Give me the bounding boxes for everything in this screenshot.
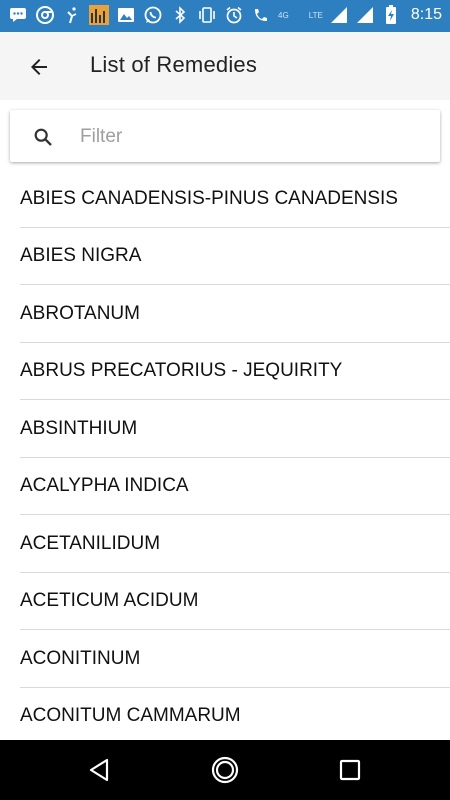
home-circle-icon xyxy=(211,756,239,784)
equalizer-app-icon xyxy=(89,5,109,25)
nav-back-button[interactable] xyxy=(85,755,115,785)
yogi-icon xyxy=(62,5,82,25)
list-item[interactable]: ACALYPHA INDICA xyxy=(0,458,450,516)
lte-label: LTE xyxy=(308,10,323,20)
list-item[interactable]: ABRUS PRECATORIUS - JEQUIRITY xyxy=(0,343,450,401)
search-bar[interactable] xyxy=(10,110,440,164)
wifi-calling-icon xyxy=(251,5,271,25)
notification-icons: 4G xyxy=(8,5,289,25)
whatsapp-icon xyxy=(143,5,163,25)
gallery-icon xyxy=(116,5,136,25)
status-bar: 4G LTE 8:15 xyxy=(0,0,450,32)
app-bar: List of Remedies xyxy=(0,32,450,100)
list-item[interactable]: ACONITUM CAMMARUM xyxy=(0,688,450,741)
search-icon xyxy=(34,128,52,146)
navigation-bar xyxy=(0,740,450,800)
list-item[interactable]: ACONITINUM xyxy=(0,630,450,688)
nav-recents-button[interactable] xyxy=(335,755,365,785)
list-item[interactable]: ABROTANUM xyxy=(0,285,450,343)
vibrate-icon xyxy=(197,5,217,25)
system-status-icons: LTE 8:15 xyxy=(309,5,442,25)
alarm-icon xyxy=(224,5,244,25)
list-item[interactable]: ABSINTHIUM xyxy=(0,400,450,458)
remedy-list: ABIES CANADENSIS-PINUS CANADENSIS ABIES … xyxy=(0,170,450,740)
back-button[interactable] xyxy=(24,52,54,82)
filter-input[interactable] xyxy=(78,110,422,164)
page-title: List of Remedies xyxy=(90,52,258,77)
signal-icon xyxy=(329,5,349,25)
bluetooth-icon xyxy=(170,5,190,25)
list-item[interactable]: ACETICUM ACIDUM xyxy=(0,573,450,631)
back-arrow-icon xyxy=(31,59,47,75)
back-triangle-icon xyxy=(89,758,109,782)
message-icon xyxy=(8,5,28,25)
network-type-label: 4G xyxy=(278,10,289,20)
nav-home-button[interactable] xyxy=(210,755,240,785)
signal-icon-2 xyxy=(355,5,375,25)
battery-charging-icon xyxy=(381,5,401,25)
list-item[interactable]: ACETANILIDUM xyxy=(0,515,450,573)
chrome-icon xyxy=(35,5,55,25)
recents-square-icon xyxy=(339,759,361,781)
list-item[interactable]: ABIES NIGRA xyxy=(0,228,450,286)
list-item[interactable]: ABIES CANADENSIS-PINUS CANADENSIS xyxy=(0,170,450,228)
clock: 8:15 xyxy=(410,6,442,23)
